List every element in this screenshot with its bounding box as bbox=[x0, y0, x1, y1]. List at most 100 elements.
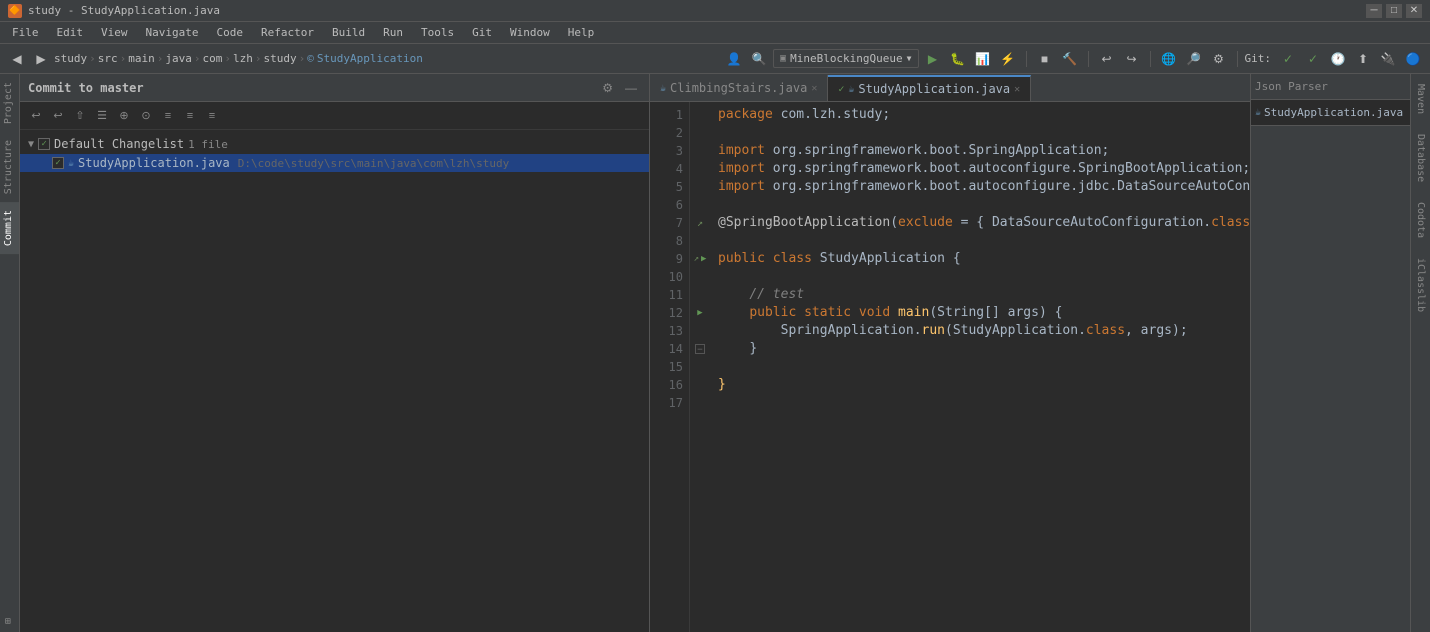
commit-list-btn[interactable]: ☰ bbox=[92, 106, 112, 126]
right-tab-json-parser[interactable]: Json Parser bbox=[1251, 74, 1410, 100]
commit-rollback-btn[interactable]: ↩ bbox=[48, 106, 68, 126]
menu-view[interactable]: View bbox=[93, 24, 136, 41]
menu-tools[interactable]: Tools bbox=[413, 24, 462, 41]
toolbar-forward-btn[interactable]: ▶ bbox=[30, 48, 52, 70]
commit-panel: Commit to master ⚙ — ↩ ↩ ⇧ ☰ ⊕ ⊙ ≡ ≡ ≡ ▼… bbox=[20, 74, 650, 632]
vtab-maven[interactable]: Maven bbox=[1412, 74, 1429, 124]
menu-refactor[interactable]: Refactor bbox=[253, 24, 322, 41]
git-history[interactable]: 🕐 bbox=[1327, 48, 1349, 70]
menu-code[interactable]: Code bbox=[208, 24, 251, 41]
changelist-group[interactable]: ▼ ✓ Default Changelist 1 file bbox=[20, 134, 649, 154]
breadcrumb-study[interactable]: study bbox=[54, 52, 87, 65]
code-editor[interactable]: package com.lzh.study; import org.spring… bbox=[710, 102, 1250, 632]
breadcrumb-study2[interactable]: study bbox=[264, 52, 297, 65]
vtab-iclasslib[interactable]: iClasslib bbox=[1412, 248, 1429, 322]
breadcrumb-src[interactable]: src bbox=[98, 52, 118, 65]
right-vtabs: Maven Database Codota iClasslib bbox=[1410, 74, 1430, 632]
debug-button[interactable]: 🐛 bbox=[947, 48, 969, 70]
right-tab-study-app[interactable]: ☕ StudyApplication.java bbox=[1251, 100, 1410, 126]
run-button[interactable]: ▶ bbox=[922, 48, 944, 70]
menu-git[interactable]: Git bbox=[464, 24, 500, 41]
tab-climbing-stairs[interactable]: ☕ ClimbingStairs.java ✕ bbox=[650, 75, 828, 101]
vtab-codota[interactable]: Codota bbox=[1412, 192, 1429, 248]
vtab-project[interactable]: Project bbox=[0, 74, 19, 132]
tab-close-active-icon[interactable]: ✕ bbox=[1014, 84, 1020, 95]
vtab-structure[interactable]: Structure bbox=[0, 132, 19, 202]
gutter-fold-icon-14[interactable]: − bbox=[690, 340, 710, 358]
stop-button[interactable]: ■ bbox=[1034, 48, 1056, 70]
menu-window[interactable]: Window bbox=[502, 24, 558, 41]
vtab-database[interactable]: Database bbox=[1412, 124, 1429, 192]
menu-file[interactable]: File bbox=[4, 24, 47, 41]
editor-area: ☕ ClimbingStairs.java ✕ ✓ ☕ StudyApplica… bbox=[650, 74, 1250, 632]
commit-expand-btn[interactable]: ⊙ bbox=[136, 106, 156, 126]
plugin-1[interactable]: 🔌 bbox=[1377, 48, 1399, 70]
gutter-run-icon-12[interactable]: ▶ bbox=[690, 304, 710, 322]
coverage-button[interactable]: 📊 bbox=[972, 48, 994, 70]
breadcrumb-com[interactable]: com bbox=[203, 52, 223, 65]
commit-refresh-btn[interactable]: ↩ bbox=[26, 106, 46, 126]
commit-minimize-btn[interactable]: — bbox=[621, 79, 641, 97]
menu-help[interactable]: Help bbox=[560, 24, 603, 41]
menu-build[interactable]: Build bbox=[324, 24, 373, 41]
toolbar-back-btn[interactable]: ◀ bbox=[6, 48, 28, 70]
group-checkbox[interactable]: ✓ bbox=[38, 138, 50, 150]
menu-run[interactable]: Run bbox=[375, 24, 411, 41]
git-check-1[interactable]: ✓ bbox=[1277, 48, 1299, 70]
git-push[interactable]: ⬆ bbox=[1352, 48, 1374, 70]
git-check-2[interactable]: ✓ bbox=[1302, 48, 1324, 70]
gutter-annotation-icon[interactable]: ↗ bbox=[690, 214, 710, 232]
gutter-run-icon-9[interactable]: ↗ ▶ bbox=[690, 250, 710, 268]
build-button[interactable]: 🔨 bbox=[1059, 48, 1081, 70]
menu-navigate[interactable]: Navigate bbox=[138, 24, 207, 41]
tab-close-icon[interactable]: ✕ bbox=[811, 83, 817, 94]
file-item-0[interactable]: ✓ ☕ StudyApplication.java D:\code\study\… bbox=[20, 154, 649, 172]
commit-add-btn[interactable]: ⇧ bbox=[70, 106, 90, 126]
commit-filter-btn[interactable]: ≡ bbox=[180, 106, 200, 126]
vtab-bookmark[interactable]: ⊞ bbox=[0, 610, 17, 632]
git-label: Git: bbox=[1245, 52, 1272, 65]
vtab-commit[interactable]: Commit bbox=[0, 202, 19, 254]
toolbar-sep-1 bbox=[1026, 51, 1027, 67]
commit-sort-btn[interactable]: ≡ bbox=[158, 106, 178, 126]
breadcrumb-file[interactable]: StudyApplication bbox=[317, 52, 423, 65]
file-java-icon: ☕ bbox=[68, 158, 74, 169]
editor-tabs: ☕ ClimbingStairs.java ✕ ✓ ☕ StudyApplica… bbox=[650, 74, 1250, 102]
toolbar-right: 👤 🔍 ▣ MineBlockingQueue ▼ ▶ 🐛 📊 ⚡ ■ 🔨 ↩ … bbox=[723, 48, 1424, 70]
right-tab-study-label: StudyApplication.java bbox=[1264, 106, 1403, 119]
profile-button[interactable]: ⚡ bbox=[997, 48, 1019, 70]
search-icon[interactable]: 🔍 bbox=[748, 48, 770, 70]
changelist-name: Default Changelist bbox=[54, 137, 184, 151]
plugin-2[interactable]: 🔵 bbox=[1402, 48, 1424, 70]
tab-study-application[interactable]: ✓ ☕ StudyApplication.java ✕ bbox=[828, 75, 1031, 101]
translate-button[interactable]: 🌐 bbox=[1158, 48, 1180, 70]
window-controls[interactable]: ─ □ ✕ bbox=[1366, 4, 1422, 18]
run-config-icon: ▣ bbox=[780, 53, 786, 64]
toolbar-sep-2 bbox=[1088, 51, 1089, 67]
commit-settings-btn[interactable]: ⚙ bbox=[598, 79, 617, 97]
close-button[interactable]: ✕ bbox=[1406, 4, 1422, 18]
toolbar-sep-3 bbox=[1150, 51, 1151, 67]
minimize-button[interactable]: ─ bbox=[1366, 4, 1382, 18]
run-config-selector[interactable]: ▣ MineBlockingQueue ▼ bbox=[773, 49, 918, 68]
file-checkbox[interactable]: ✓ bbox=[52, 157, 64, 169]
maximize-button[interactable]: □ bbox=[1386, 4, 1402, 18]
vcs-icon[interactable]: 👤 bbox=[723, 48, 745, 70]
tab-java-icon-2: ☕ bbox=[848, 84, 854, 95]
settings-button[interactable]: ⚙ bbox=[1208, 48, 1230, 70]
fold-box-icon[interactable]: − bbox=[695, 344, 705, 354]
main-content: Project Structure Commit ⊞ Commit to mas… bbox=[0, 74, 1430, 632]
menu-edit[interactable]: Edit bbox=[49, 24, 92, 41]
commit-diff-btn[interactable]: ≡ bbox=[202, 106, 222, 126]
left-vtab-strip: Project Structure Commit ⊞ bbox=[0, 74, 20, 632]
breadcrumb-main[interactable]: main bbox=[128, 52, 155, 65]
search-everywhere-button[interactable]: 🔎 bbox=[1183, 48, 1205, 70]
breadcrumb-lzh[interactable]: lzh bbox=[233, 52, 253, 65]
breadcrumb-java[interactable]: java bbox=[165, 52, 192, 65]
tab-check-icon: ✓ bbox=[838, 84, 844, 95]
changelist-count: 1 file bbox=[188, 138, 228, 151]
redo-button[interactable]: ↪ bbox=[1121, 48, 1143, 70]
commit-toolbar: ↩ ↩ ⇧ ☰ ⊕ ⊙ ≡ ≡ ≡ bbox=[20, 102, 649, 130]
commit-group-btn[interactable]: ⊕ bbox=[114, 106, 134, 126]
undo-button[interactable]: ↩ bbox=[1096, 48, 1118, 70]
